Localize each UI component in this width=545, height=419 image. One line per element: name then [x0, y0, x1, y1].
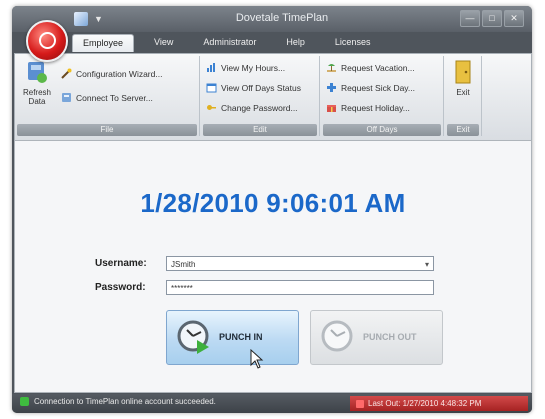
request-holiday-button[interactable]: Request Holiday...: [326, 102, 410, 113]
request-sick-day-button[interactable]: Request Sick Day...: [326, 82, 415, 93]
chevron-down-icon[interactable]: ▾: [425, 257, 429, 272]
power-icon: [39, 32, 56, 49]
off-days-group-label: Off Days: [323, 124, 441, 136]
quick-access-toolbar: ▼: [74, 11, 124, 27]
connect-to-server-label: Connect To Server...: [76, 92, 153, 103]
connected-status-icon: [20, 397, 29, 406]
password-input[interactable]: *******: [166, 280, 434, 295]
database-refresh-icon: [28, 62, 47, 83]
wizard-icon: [61, 68, 72, 79]
file-group: Refresh Data Configuration Wizard... Con…: [15, 56, 200, 136]
request-holiday-label: Request Holiday...: [341, 102, 410, 113]
gift-icon: [327, 105, 336, 112]
tab-licenses[interactable]: Licenses: [325, 34, 381, 52]
close-button[interactable]: ✕: [504, 10, 524, 27]
tab-administrator[interactable]: Administrator: [193, 34, 266, 52]
view-my-hours-label: View My Hours...: [221, 62, 286, 73]
calendar-icon: [206, 83, 217, 93]
status-bar: Connection to TimePlan online account su…: [12, 394, 532, 413]
edit-group-label: Edit: [203, 124, 317, 136]
vacation-icon: [327, 64, 336, 72]
exit-label: Exit: [456, 88, 470, 97]
tab-help[interactable]: Help: [276, 34, 315, 52]
exit-button[interactable]: Exit: [445, 60, 481, 97]
ribbon: Refresh Data Configuration Wizard... Con…: [14, 53, 532, 141]
connection-status: Connection to TimePlan online account su…: [20, 397, 216, 406]
file-group-label: File: [17, 124, 197, 136]
off-days-group: Request Vacation... Request Sick Day... …: [321, 56, 444, 136]
view-my-hours-button[interactable]: View My Hours...: [206, 62, 285, 73]
minimize-button[interactable]: —: [460, 10, 480, 27]
request-sick-day-label: Request Sick Day...: [341, 82, 416, 93]
alert-icon: [356, 399, 364, 408]
username-label: Username:: [95, 258, 147, 269]
punch-out-button[interactable]: PUNCH OUT: [310, 310, 443, 365]
main-panel: 1/28/2010 9:06:01 AM Username: JSmith ▾ …: [14, 140, 532, 393]
last-out-text: Last Out: 1/27/2010 4:48:32 PM: [368, 399, 482, 408]
medical-cross-icon: [327, 83, 336, 92]
connection-status-text: Connection to TimePlan online account su…: [34, 397, 216, 406]
view-off-days-status-button[interactable]: View Off Days Status: [206, 82, 301, 93]
change-password-button[interactable]: Change Password...: [206, 102, 298, 113]
save-icon[interactable]: [74, 12, 88, 26]
tab-view[interactable]: View: [144, 34, 183, 52]
edit-group: View My Hours... View Off Days Status Ch…: [201, 56, 320, 136]
exit-door-icon: [455, 60, 471, 84]
view-off-days-status-label: View Off Days Status: [221, 82, 301, 93]
username-value: JSmith: [171, 260, 196, 269]
chart-icon: [207, 63, 215, 72]
exit-group: Exit Exit: [445, 56, 482, 136]
current-datetime: 1/28/2010 9:06:01 AM: [140, 188, 406, 218]
request-vacation-button[interactable]: Request Vacation...: [326, 62, 415, 73]
tab-employee[interactable]: Employee: [72, 34, 135, 52]
mouse-cursor-icon: [250, 349, 264, 369]
server-connect-icon: [62, 93, 71, 102]
password-label: Password:: [95, 282, 146, 293]
app-window: ▼ Dovetale TimePlan — □ ✕ Employee View …: [12, 6, 532, 413]
punch-out-label: PUNCH OUT: [363, 332, 417, 342]
punch-in-label: PUNCH IN: [219, 332, 263, 342]
refresh-data-label: Refresh Data: [22, 88, 51, 106]
ribbon-tabs: Employee View Administrator Help License…: [72, 34, 380, 52]
maximize-button[interactable]: □: [482, 10, 502, 27]
change-password-label: Change Password...: [221, 102, 298, 113]
connect-to-server-button[interactable]: Connect To Server...: [61, 92, 153, 103]
punch-in-button[interactable]: PUNCH IN: [166, 310, 299, 365]
password-value: *******: [171, 284, 193, 293]
title-bar: ▼ Dovetale TimePlan — □ ✕: [12, 6, 532, 32]
chevron-down-icon[interactable]: ▼: [94, 14, 103, 24]
window-controls: — □ ✕: [460, 10, 524, 27]
username-input[interactable]: JSmith ▾: [166, 256, 434, 271]
window-title: Dovetale TimePlan: [235, 12, 329, 24]
last-out-status: Last Out: 1/27/2010 4:48:32 PM: [350, 396, 528, 411]
configuration-wizard-button[interactable]: Configuration Wizard...: [61, 68, 162, 79]
key-icon: [207, 105, 216, 110]
request-vacation-label: Request Vacation...: [341, 62, 415, 73]
refresh-data-button[interactable]: Refresh Data: [19, 60, 55, 106]
clock-go-icon: [177, 320, 209, 354]
configuration-wizard-label: Configuration Wizard...: [76, 68, 163, 79]
exit-group-label: Exit: [447, 124, 479, 136]
application-menu-button[interactable]: [26, 20, 68, 62]
clock-icon: [321, 320, 353, 352]
